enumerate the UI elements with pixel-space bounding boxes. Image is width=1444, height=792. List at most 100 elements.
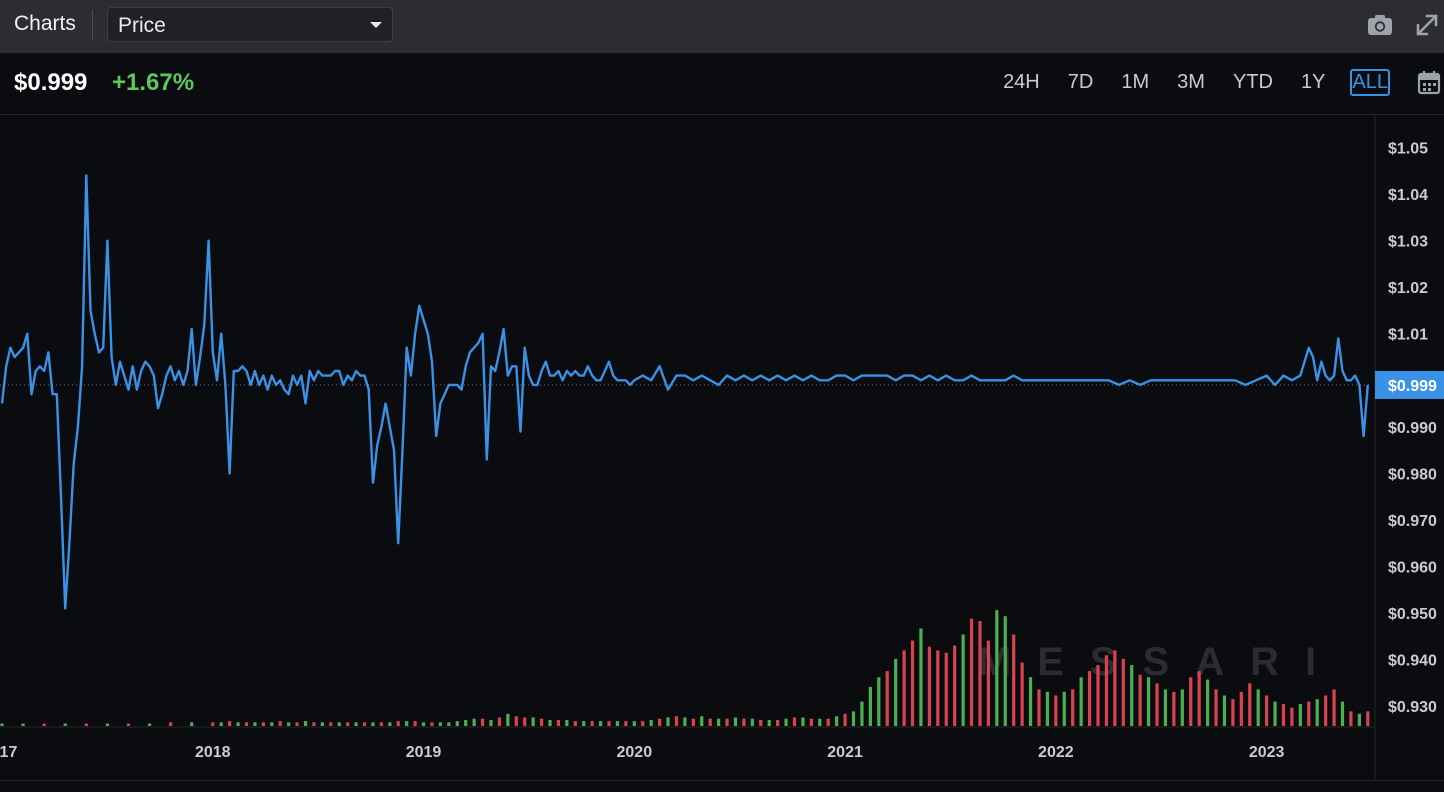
- volume-bar: [1197, 671, 1201, 726]
- volume-bar: [792, 717, 797, 726]
- volume-bar: [472, 718, 476, 726]
- volume-bar: [624, 721, 628, 726]
- volume-bar: [219, 722, 223, 726]
- price-chart[interactable]: MESSARI $1.05 $1.04 $1.03 $1.02 $1.01 $0.990 $0…: [0, 115, 1444, 780]
- volume-bar: [1366, 711, 1370, 726]
- range-1y[interactable]: 1Y: [1300, 69, 1326, 96]
- calendar-icon[interactable]: [1416, 69, 1442, 97]
- volume-bar: [733, 717, 738, 726]
- volume-bar: [1062, 691, 1066, 726]
- volume-bar: [354, 722, 358, 726]
- volume-bar: [1340, 701, 1345, 726]
- volume-bar: [902, 650, 906, 726]
- volume-bar: [843, 713, 847, 726]
- volume-bar: [1265, 695, 1269, 726]
- volume-bar: [1281, 704, 1286, 726]
- volume-bar: [278, 721, 282, 726]
- current-price-label: $0.999: [1388, 378, 1437, 395]
- volume-bar: [480, 718, 485, 726]
- x-tick-label: 2019: [406, 744, 442, 761]
- volume-bar: [851, 711, 856, 726]
- y-tick-label: $0.950: [1388, 606, 1437, 623]
- volume-bar: [776, 719, 780, 726]
- volume-bar: [523, 717, 527, 726]
- price-change: +1.67%: [112, 69, 195, 96]
- volume-bar: [1239, 691, 1243, 726]
- y-tick-label: $1.01: [1388, 327, 1428, 344]
- expand-icon[interactable]: [1412, 10, 1442, 40]
- volume-bar: [320, 722, 324, 726]
- y-tick-label: $0.990: [1388, 420, 1437, 437]
- volume-bar: [421, 722, 426, 726]
- volume-bar: [927, 646, 931, 726]
- volume-bar: [105, 723, 109, 726]
- x-tick-label: 2018: [195, 744, 231, 761]
- chevron-down-icon: [370, 22, 382, 28]
- volume-bar: [1028, 677, 1033, 726]
- volume-bar: [413, 721, 417, 726]
- volume-bar: [658, 718, 662, 726]
- volume-bar: [632, 721, 636, 726]
- metric-select[interactable]: Price: [107, 7, 393, 42]
- volume-bar: [337, 722, 341, 726]
- volume-bar: [1307, 701, 1311, 726]
- volume-bar: [253, 722, 257, 726]
- volume-bar: [228, 721, 232, 726]
- x-tick-label: 2023: [1249, 744, 1285, 761]
- volume-bar: [438, 722, 442, 726]
- range-24h[interactable]: 24H: [1002, 69, 1041, 96]
- volume-bar: [910, 640, 915, 726]
- metric-select-value: Price: [118, 14, 166, 37]
- volume-bar: [582, 721, 586, 726]
- range-3m[interactable]: 3M: [1176, 69, 1206, 96]
- volume-bar: [885, 671, 889, 726]
- volume-bar: [1096, 665, 1100, 726]
- volume-bar: [1138, 674, 1142, 726]
- volume-bar: [1214, 689, 1218, 726]
- volume-bar: [556, 719, 561, 726]
- volume-bar: [270, 722, 274, 726]
- camera-icon[interactable]: [1365, 10, 1395, 40]
- volume-bar: [1222, 695, 1227, 726]
- range-all[interactable]: ALL: [1350, 69, 1390, 96]
- volume-bar: [894, 658, 898, 726]
- volume-bar: [169, 722, 173, 726]
- volume-bar: [430, 722, 434, 726]
- range-1m[interactable]: 1M: [1120, 69, 1150, 96]
- volume-bar: [63, 723, 67, 726]
- range-ytd[interactable]: YTD: [1232, 69, 1274, 96]
- volume-bar: [986, 640, 990, 726]
- volume-bar: [1155, 683, 1159, 726]
- x-tick-label: 2020: [617, 744, 653, 761]
- volume-bar: [1349, 711, 1353, 726]
- charts-title: Charts: [14, 12, 76, 35]
- volume-bar: [666, 717, 670, 726]
- volume-bar: [708, 718, 712, 726]
- volume-bar: [1332, 689, 1336, 726]
- volume-bar: [598, 721, 603, 726]
- volume-bar: [919, 628, 923, 726]
- volume-bar: [126, 723, 131, 726]
- volume-bar: [641, 721, 645, 726]
- volume-bar: [801, 717, 805, 726]
- volume-bar: [1315, 699, 1319, 726]
- volume-bar: [1087, 671, 1092, 726]
- y-tick-label: $0.980: [1388, 466, 1437, 483]
- volume-bar: [236, 722, 240, 726]
- volume-bar: [489, 719, 493, 726]
- x-tick-label: 2022: [1038, 744, 1074, 761]
- price-series-line: [0, 174, 1369, 610]
- volume-bar: [371, 722, 375, 726]
- volume-bar: [190, 722, 194, 726]
- volume-bar: [835, 716, 839, 726]
- volume-bar: [1020, 662, 1024, 726]
- volume-bar: [464, 719, 468, 726]
- volume-bar: [1324, 695, 1328, 726]
- volume-bar: [742, 718, 746, 726]
- volume-bar: [809, 718, 813, 726]
- volume-bar: [261, 722, 265, 726]
- range-7d[interactable]: 7D: [1067, 69, 1095, 96]
- volume-bar: [329, 722, 333, 726]
- volume-bar: [691, 718, 695, 726]
- volume-bar: [506, 713, 510, 726]
